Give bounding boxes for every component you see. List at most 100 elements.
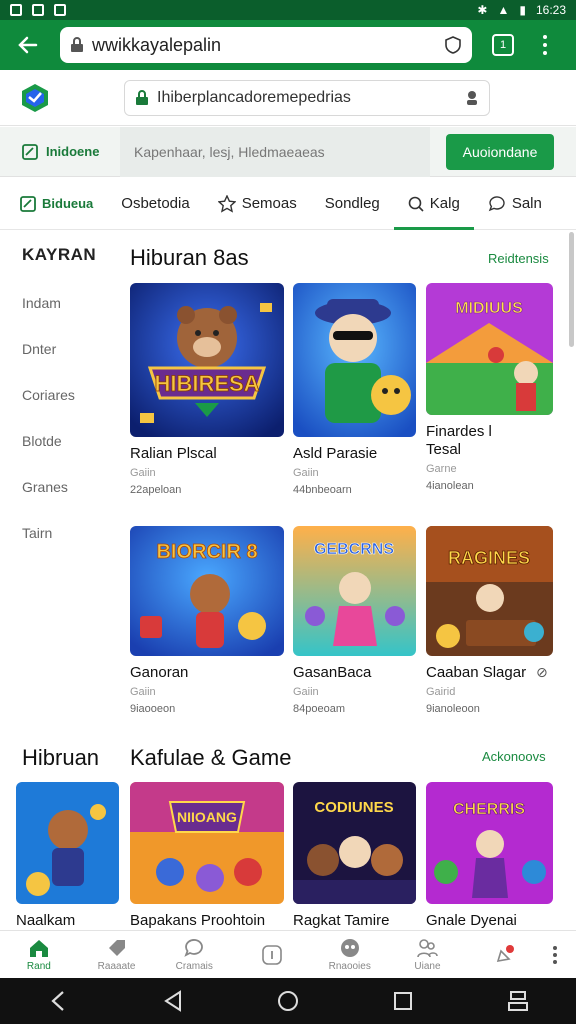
system-home-button[interactable] bbox=[273, 986, 303, 1016]
address-bar[interactable]: wwikkayalepalin bbox=[60, 27, 472, 63]
section-header: Hiburan 8as bbox=[130, 245, 249, 271]
game-thumbnail[interactable]: CHERRIS bbox=[426, 782, 553, 904]
see-all-link[interactable]: Reidtensis bbox=[488, 251, 549, 266]
thumbnail-text: CODIUNES bbox=[314, 799, 393, 816]
tab-kalg[interactable]: Kalg bbox=[393, 178, 474, 230]
url-text: wwikkayalepalin bbox=[92, 34, 222, 55]
chevron-left-icon bbox=[50, 991, 64, 1011]
nav-users[interactable]: Uiane bbox=[389, 931, 467, 979]
game-thumbnail[interactable]: RAGINES bbox=[426, 526, 553, 656]
sidebar-item[interactable]: Granes bbox=[22, 479, 110, 495]
game-genre: Gairid bbox=[426, 686, 456, 698]
back-button[interactable] bbox=[10, 27, 46, 63]
nav-label: Rnaooies bbox=[328, 961, 371, 972]
tab-sondleg[interactable]: Sondleg bbox=[325, 178, 380, 230]
tab-label: Saln bbox=[511, 195, 542, 212]
more-options-icon[interactable]: ⊘ bbox=[536, 664, 548, 681]
search-placeholder: Ihiberplancadoremepedrias bbox=[157, 88, 351, 106]
tab-bidueua[interactable]: Bidueua bbox=[20, 178, 93, 230]
nav-label: Uiane bbox=[414, 961, 441, 972]
game-thumbnail[interactable]: BIORCIR 8 bbox=[130, 526, 284, 656]
sidebar-item[interactable]: Dnter bbox=[22, 341, 110, 357]
game-title: Finardes l Tesal bbox=[426, 423, 492, 458]
settings-icon bbox=[54, 4, 66, 16]
tab-semoas[interactable]: Semoas bbox=[217, 178, 297, 230]
game-card[interactable]: GEBCRNS GasanBaca Gaiin 84poeoam bbox=[293, 526, 416, 715]
thumbnail-text: HIBIRESA bbox=[154, 371, 259, 396]
section-title: Kafulae & Game bbox=[130, 745, 292, 770]
filter-input[interactable]: Kapenhaar, lesj, Hledmaeaeas bbox=[120, 126, 430, 177]
arrow-left-icon bbox=[18, 36, 38, 54]
bluetooth-icon: ✱ bbox=[477, 3, 488, 17]
game-genre: Garne bbox=[426, 463, 457, 475]
scrollbar-thumb[interactable] bbox=[569, 232, 574, 347]
game-thumbnail[interactable] bbox=[16, 782, 119, 904]
user-icon[interactable] bbox=[465, 90, 479, 106]
sidebar-item[interactable]: Indam bbox=[22, 295, 110, 311]
game-card[interactable]: CODIUNES Ragkat Tamire bbox=[293, 782, 416, 930]
scrollbar[interactable] bbox=[569, 232, 574, 932]
browser-menu-button[interactable] bbox=[542, 35, 548, 55]
game-card[interactable]: HIBIRESA Ralian Plscal Gaiin 22apeloan bbox=[130, 283, 284, 496]
site-logo[interactable] bbox=[20, 83, 50, 113]
bottom-nav: Rand Raaaate Cramais Rnaooies Uiane bbox=[0, 930, 576, 978]
game-title: GasanBaca bbox=[293, 664, 372, 681]
section-side-title: Hibruan bbox=[22, 745, 100, 770]
shield-icon[interactable] bbox=[444, 36, 462, 54]
nav-notifications[interactable] bbox=[466, 931, 544, 979]
system-back-button[interactable] bbox=[43, 986, 73, 1016]
game-card[interactable]: CHERRIS Gnale Dyenai bbox=[426, 782, 553, 930]
tab-osbetodia[interactable]: Osbetodia bbox=[121, 178, 189, 230]
game-card[interactable]: Asld Parasie Gaiin 44bnbeoarn bbox=[293, 283, 416, 496]
recommended-chip[interactable]: Inidoene bbox=[0, 127, 120, 177]
circle-home-icon bbox=[277, 991, 298, 1011]
game-thumbnail[interactable] bbox=[293, 283, 416, 437]
tab-label: Semoas bbox=[241, 195, 297, 212]
site-search-input[interactable]: Ihiberplancadoremepedrias bbox=[124, 79, 490, 116]
primary-action-button[interactable]: Auoiondane bbox=[446, 133, 554, 170]
site-header: Ihiberplancadoremepedrias bbox=[0, 70, 576, 126]
switch-icon bbox=[508, 991, 529, 1011]
nav-games[interactable]: Rnaooies bbox=[311, 931, 389, 979]
game-card[interactable]: MIDIUUS Finardes l Tesal Garne 4ianolean bbox=[426, 283, 553, 492]
system-switch-button[interactable] bbox=[503, 986, 533, 1016]
game-card[interactable]: Naalkam bbox=[16, 782, 119, 930]
app-icon bbox=[32, 4, 44, 16]
system-recents-button[interactable] bbox=[388, 986, 418, 1016]
sidebar-item[interactable]: Blotde bbox=[22, 433, 110, 449]
nav-label: Raaaate bbox=[97, 961, 136, 972]
nav-home[interactable]: Rand bbox=[0, 931, 78, 979]
system-back-triangle-button[interactable] bbox=[158, 986, 188, 1016]
game-title: Gnale Dyenai bbox=[426, 912, 517, 929]
nav-info[interactable] bbox=[233, 931, 311, 979]
game-downloads: 4ianolean bbox=[426, 480, 474, 492]
game-card[interactable]: RAGINES Caaban Slagar Gairid 9ianoleoon bbox=[426, 526, 553, 715]
nav-chat[interactable]: Cramais bbox=[155, 931, 233, 979]
status-time: 16:23 bbox=[535, 3, 566, 17]
notification-icon bbox=[10, 4, 22, 16]
nav-deals[interactable]: Raaaate bbox=[78, 931, 156, 979]
tab-label: Sondleg bbox=[324, 195, 380, 212]
sidebar-item[interactable]: Coriares bbox=[22, 387, 110, 403]
game-card[interactable]: BIORCIR 8 Ganoran Gaiin 9iaooeon bbox=[130, 526, 284, 715]
sidebar-item[interactable]: Tairn bbox=[22, 525, 110, 541]
see-all-link[interactable]: Ackonoovs bbox=[482, 749, 546, 764]
game-thumbnail[interactable]: MIDIUUS bbox=[426, 283, 553, 415]
star-icon bbox=[217, 194, 236, 213]
browser-toolbar: wwikkayalepalin 1 bbox=[0, 20, 576, 70]
game-thumbnail[interactable]: HIBIRESA bbox=[130, 283, 284, 437]
game-thumbnail[interactable]: CODIUNES bbox=[293, 782, 416, 904]
game-thumbnail[interactable]: GEBCRNS bbox=[293, 526, 416, 656]
tab-saln[interactable]: Saln bbox=[488, 178, 542, 230]
game-card[interactable]: NIIOANG Bapakans Proohtoin bbox=[130, 782, 284, 930]
game-downloads: 9ianoleoon bbox=[426, 703, 480, 715]
game-thumbnail[interactable]: NIIOANG bbox=[130, 782, 284, 904]
more-menu-button[interactable] bbox=[544, 945, 566, 964]
status-bar: ✱ ▲ ▮ 16:23 bbox=[0, 0, 576, 20]
game-title: Ganoran bbox=[130, 664, 189, 681]
game-title: Naalkam bbox=[16, 912, 76, 929]
signal-icon: ▲ bbox=[497, 3, 510, 17]
tabs-button[interactable]: 1 bbox=[492, 34, 514, 56]
game-genre: Gaiin bbox=[293, 686, 319, 698]
edit-icon bbox=[20, 195, 36, 212]
